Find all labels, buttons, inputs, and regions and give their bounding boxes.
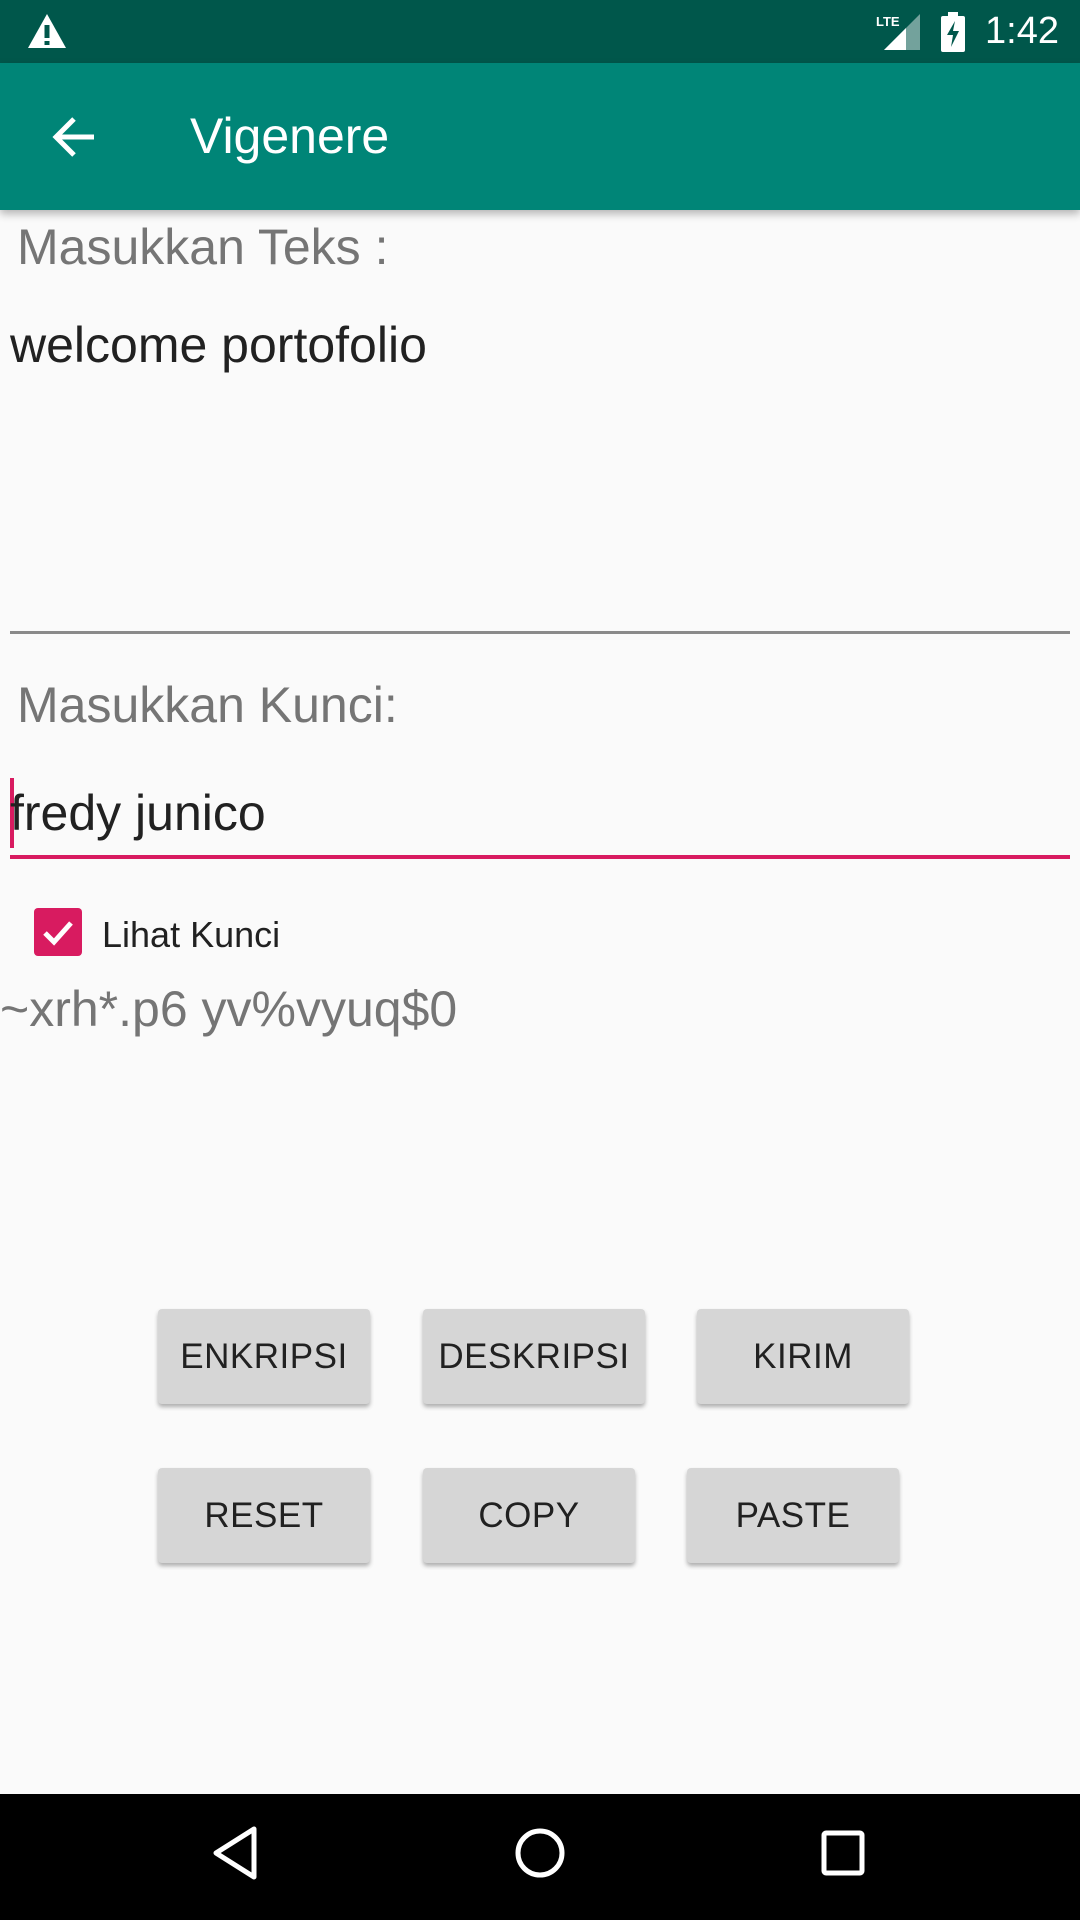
reset-button[interactable]: RESET xyxy=(158,1468,370,1563)
clock-time: 1:42 xyxy=(985,10,1059,52)
text-label: Masukkan Teks : xyxy=(17,219,389,275)
text-input[interactable]: welcome portofolio xyxy=(0,300,1080,634)
text-input-underline xyxy=(10,631,1070,634)
navigation-bar xyxy=(0,1794,1080,1920)
svg-text:LTE: LTE xyxy=(876,14,900,29)
nav-home-icon[interactable] xyxy=(513,1825,567,1881)
paste-button[interactable]: PASTE xyxy=(687,1468,899,1563)
warning-icon xyxy=(28,14,66,48)
page-title: Vigenere xyxy=(190,108,390,164)
output-text: ~xrh*.p6 yv%vyuq$0 xyxy=(0,981,458,1037)
key-label: Masukkan Kunci: xyxy=(17,677,398,733)
arrow-back-icon[interactable] xyxy=(48,111,100,163)
nav-recents-icon[interactable] xyxy=(818,1825,868,1881)
app-bar: Vigenere xyxy=(0,63,1080,210)
key-input[interactable]: fredy junico xyxy=(0,770,1080,860)
show-key-checkbox[interactable] xyxy=(34,908,82,956)
show-key-label: Lihat Kunci xyxy=(102,914,281,955)
send-button[interactable]: KIRIM xyxy=(697,1309,909,1404)
nav-back-icon[interactable] xyxy=(210,1825,260,1881)
status-bar: LTE 1:42 xyxy=(0,0,1080,63)
lte-signal-icon: LTE xyxy=(876,14,920,50)
battery-charging-icon xyxy=(941,12,965,52)
text-input-value: welcome portofolio xyxy=(10,317,427,373)
copy-button[interactable]: COPY xyxy=(423,1468,635,1563)
key-input-value: fredy junico xyxy=(10,785,266,841)
key-input-underline xyxy=(10,855,1070,859)
check-icon xyxy=(43,921,73,946)
decrypt-button[interactable]: DESKRIPSI xyxy=(423,1309,645,1404)
encrypt-button[interactable]: ENKRIPSI xyxy=(158,1309,370,1404)
